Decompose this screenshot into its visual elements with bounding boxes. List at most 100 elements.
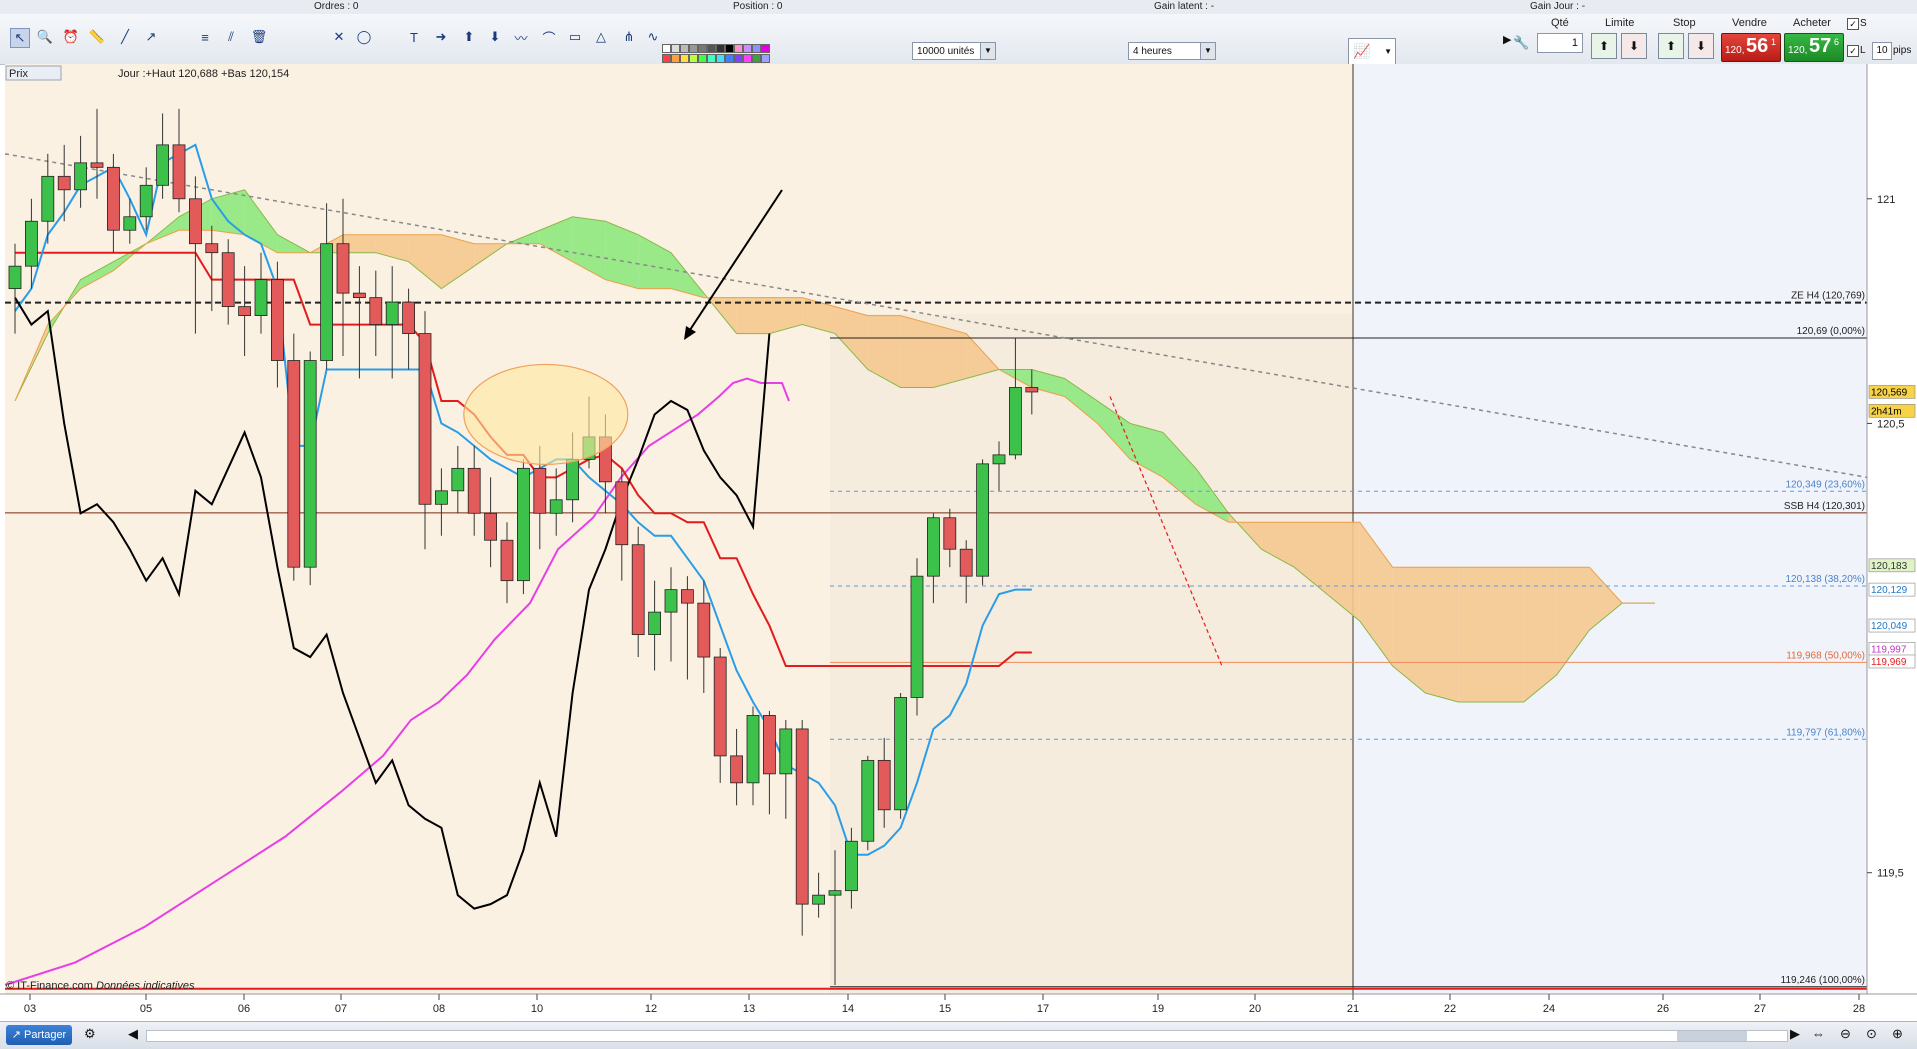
ray-icon[interactable]: ↗ [142, 28, 160, 46]
cloud-segment [900, 315, 934, 388]
buy-button[interactable]: 120, 57 6 [1784, 33, 1844, 62]
limit-sell-icon[interactable]: ⬇ [1621, 33, 1647, 59]
sell-button[interactable]: 120, 56 1 [1721, 33, 1781, 62]
color-swatch[interactable] [707, 54, 716, 63]
color-swatch[interactable] [725, 44, 734, 53]
color-swatch[interactable] [716, 44, 725, 53]
curve-icon[interactable]: ⌒ [540, 28, 558, 46]
cloud-segment [1491, 567, 1524, 702]
line-icon[interactable]: ╱ [116, 28, 134, 46]
arrow-right-icon[interactable]: ➜ [432, 28, 450, 46]
x-tick-label: 17 [1037, 1003, 1049, 1015]
s-checkbox[interactable]: ✓ [1847, 18, 1859, 30]
chart-area[interactable]: ZE H4 (120,769) 120,69 (0,00%) 120,349 (23… [0, 64, 1917, 1024]
color-swatch[interactable] [698, 44, 707, 53]
candle-body [910, 575, 924, 698]
sell-label: Vendre [1732, 17, 1767, 29]
scrollbar-thumb[interactable] [1677, 1031, 1747, 1041]
triangle-icon[interactable]: △ [592, 28, 610, 46]
pips-input[interactable]: 10 [1872, 42, 1892, 60]
share-label: Partager [24, 1029, 67, 1041]
color-swatch[interactable] [671, 44, 680, 53]
color-swatch[interactable] [662, 44, 671, 53]
trash-icon[interactable]: 🗑 [250, 28, 268, 46]
price-tag-label: 119,969 [1871, 657, 1907, 668]
stop-sell-icon[interactable]: ⬇ [1688, 33, 1714, 59]
arrow-up-icon[interactable]: ⬆ [460, 28, 478, 46]
crosshair-icon[interactable]: ✕ [330, 28, 348, 46]
color-swatch[interactable] [662, 54, 671, 63]
fibonacci-icon[interactable]: ≡ [196, 28, 214, 46]
color-swatch[interactable] [689, 54, 698, 63]
rectangle-icon[interactable]: ▭ [566, 28, 584, 46]
color-swatch[interactable] [716, 54, 725, 63]
candle-body [287, 360, 301, 568]
color-palette [662, 44, 812, 64]
candle-body [484, 512, 498, 541]
color-swatch[interactable] [752, 54, 761, 63]
ellipse-tool-icon[interactable]: ◯ [355, 28, 373, 46]
color-swatch[interactable] [752, 44, 761, 53]
candle-body [1025, 387, 1039, 393]
price-tag-label: 2h41m [1871, 406, 1902, 417]
color-swatch[interactable] [680, 44, 689, 53]
candle-body [57, 175, 71, 191]
color-swatch[interactable] [743, 54, 752, 63]
polyline-icon[interactable]: 〰 [512, 28, 530, 46]
wave-icon[interactable]: ∿ [644, 28, 662, 46]
color-swatch[interactable] [734, 54, 743, 63]
color-swatch[interactable] [680, 54, 689, 63]
limit-buy-icon[interactable]: ⬆ [1591, 33, 1617, 59]
zoom-icon[interactable]: 🔍 [36, 28, 54, 46]
stop-label: Stop [1673, 17, 1696, 29]
status-bar: Ordres : 0 Position : 0 Gain latent : - … [0, 0, 1917, 15]
scroll-right-icon[interactable]: ▶ [1790, 1026, 1800, 1042]
price-level-label: SSB H4 (120,301) [1784, 501, 1865, 512]
color-swatch[interactable] [734, 44, 743, 53]
l-checkbox[interactable]: ✓ [1847, 45, 1859, 57]
color-swatch[interactable] [707, 44, 716, 53]
alarm-icon[interactable]: ⏰ [62, 28, 80, 46]
position-status: Position : 0 [733, 1, 783, 12]
x-tick-label: 05 [140, 1003, 152, 1015]
color-swatch[interactable] [671, 54, 680, 63]
candle-body [943, 517, 957, 550]
price-chart[interactable]: ZE H4 (120,769) 120,69 (0,00%) 120,349 (23… [0, 64, 1917, 1024]
candle-body [664, 589, 678, 613]
arrow-down-icon[interactable]: ⬇ [486, 28, 504, 46]
stop-buy-icon[interactable]: ⬆ [1658, 33, 1684, 59]
x-tick-label: 24 [1543, 1003, 1555, 1015]
horizontal-scrollbar[interactable] [146, 1030, 1788, 1042]
share-button[interactable]: ↗ Partager [6, 1025, 72, 1045]
scroll-left-icon[interactable]: ◀ [128, 1026, 138, 1042]
candle-body [877, 759, 891, 811]
color-swatch[interactable] [698, 54, 707, 63]
cloud-segment [1458, 567, 1491, 702]
x-tick-label: 13 [743, 1003, 755, 1015]
channel-icon[interactable]: ⫽ [222, 28, 240, 46]
color-swatch[interactable] [689, 44, 698, 53]
fit-icon[interactable]: ⇔ [1812, 1026, 1825, 1041]
ruler-icon[interactable]: 📏 [88, 28, 106, 46]
text-icon[interactable]: T [405, 28, 423, 46]
collapse-arrow-icon[interactable]: ▶ [1503, 33, 1511, 46]
qty-input[interactable]: 1 [1537, 33, 1583, 53]
color-swatch[interactable] [761, 44, 770, 53]
units-select[interactable]: 10000 unités ▼ [912, 42, 996, 60]
period-select[interactable]: 4 heures ▼ [1128, 42, 1216, 60]
sell-price-sup: 1 [1771, 37, 1777, 47]
trade-panel: ▶ 🔧 Qté 1 Limite ⬆ ⬇ Stop ⬆ ⬇ Vendre Ach… [1503, 15, 1917, 63]
highlight-ellipse [463, 363, 629, 466]
candle-body [336, 243, 350, 294]
price-tag-label: 119,997 [1871, 644, 1907, 655]
zoom-reset-icon[interactable]: ⊙ [1866, 1026, 1877, 1042]
wrench-icon[interactable]: 🔧 [1513, 35, 1529, 51]
settings-icon[interactable]: ⚙ [84, 1026, 96, 1042]
color-swatch[interactable] [761, 54, 770, 63]
zoom-out-icon[interactable]: ⊖ [1840, 1026, 1851, 1042]
pointer-icon[interactable]: ↖ [10, 28, 30, 48]
pitchfork-icon[interactable]: ⋔ [620, 28, 638, 46]
zoom-in-icon[interactable]: ⊕ [1892, 1026, 1903, 1042]
color-swatch[interactable] [725, 54, 734, 63]
color-swatch[interactable] [743, 44, 752, 53]
